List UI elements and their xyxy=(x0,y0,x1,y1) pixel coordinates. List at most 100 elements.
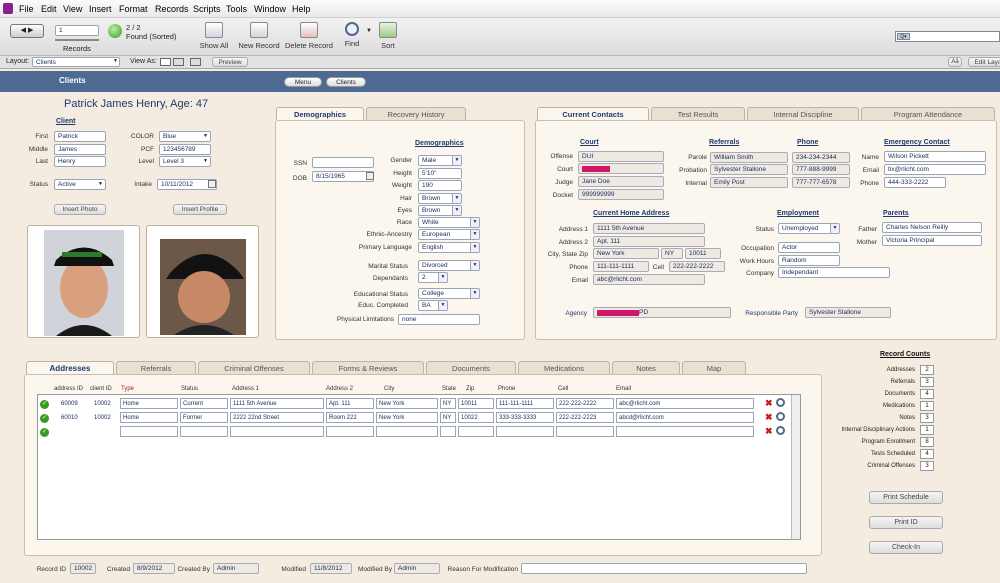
check-in-button[interactable]: Check-In xyxy=(869,541,943,554)
dependants-field[interactable]: 2 ▼ xyxy=(418,272,448,283)
internal-field[interactable]: Emily Post xyxy=(710,177,788,188)
edstatus-dropdown-icon[interactable]: ▼ xyxy=(470,289,479,298)
tab-program-attendance[interactable]: Program Attendance xyxy=(861,107,995,120)
intake-calendar-icon[interactable] xyxy=(208,180,216,188)
insert-profile-button[interactable]: Insert Profile xyxy=(173,204,227,215)
row1-delete-icon[interactable]: ✖ xyxy=(765,398,773,409)
row3-phone[interactable] xyxy=(496,426,554,437)
emergency-email-field[interactable]: tix@rlicht.com xyxy=(884,164,986,175)
menu-help[interactable]: Help xyxy=(292,4,311,14)
profile-photo-frame[interactable] xyxy=(146,225,259,338)
row2-view-magnifier-icon[interactable] xyxy=(776,412,785,421)
record-number-input[interactable]: 1 xyxy=(55,25,99,36)
responsible-party-field[interactable]: Sylvester Stallone xyxy=(805,307,891,318)
mother-field[interactable]: Victoria Principal xyxy=(882,235,982,246)
edit-layout-button[interactable]: Edit Layo xyxy=(968,57,1000,67)
row3-state[interactable] xyxy=(440,426,456,437)
employment-status-dropdown-icon[interactable]: ▼ xyxy=(830,224,839,233)
address1-field[interactable]: 1111 5th Avenue xyxy=(593,223,705,234)
insert-photo-button[interactable]: Insert Photo xyxy=(54,204,106,215)
hair-field[interactable]: Brown ▼ xyxy=(418,193,462,204)
employment-status-field[interactable]: Unemployed ▼ xyxy=(778,223,840,234)
menu-records[interactable]: Records xyxy=(155,4,189,14)
record-navigator[interactable]: ◀ ▶ xyxy=(10,24,44,38)
menu-nav-button[interactable]: Menu xyxy=(284,77,322,87)
tab-forms-reviews[interactable]: Forms & Reviews xyxy=(312,361,424,374)
home-email-field[interactable]: abc@rlicht.com xyxy=(593,274,705,285)
row2-phone[interactable]: 333-333-3333 xyxy=(496,412,554,423)
menu-format[interactable]: Format xyxy=(119,4,148,14)
show-all-button[interactable]: Show All xyxy=(197,22,231,50)
color-dropdown-icon[interactable]: ▼ xyxy=(203,133,208,139)
print-id-button[interactable]: Print ID xyxy=(869,516,943,529)
row3-email[interactable] xyxy=(616,426,754,437)
tab-documents[interactable]: Documents xyxy=(426,361,516,374)
row3-status-icon[interactable]: ✓ xyxy=(40,428,49,437)
row3-status[interactable] xyxy=(180,426,228,437)
menu-view[interactable]: View xyxy=(63,4,82,14)
delete-record-button[interactable]: Delete Record xyxy=(284,22,334,50)
row3-cell[interactable] xyxy=(556,426,614,437)
formatting-bar-button[interactable]: Aâ xyxy=(948,57,962,67)
row1-view-magnifier-icon[interactable] xyxy=(776,398,785,407)
row3-view-magnifier-icon[interactable] xyxy=(776,426,785,435)
zip-field[interactable]: 10011 xyxy=(685,248,721,259)
agency-field[interactable]: PD xyxy=(593,307,731,318)
row3-address1[interactable] xyxy=(230,426,324,437)
layout-dropdown-icon[interactable]: ▼ xyxy=(113,58,118,64)
tab-recovery-history[interactable]: Recovery History xyxy=(366,107,466,120)
ethnic-dropdown-icon[interactable]: ▼ xyxy=(470,230,479,239)
row2-address2[interactable]: Room 222 xyxy=(326,412,374,423)
sort-button[interactable]: Sort xyxy=(378,22,398,50)
probation-field[interactable]: Sylvester Stallone xyxy=(710,164,788,175)
row2-state[interactable]: NY xyxy=(440,412,456,423)
next-record-icon[interactable]: ▶ xyxy=(28,27,33,34)
row1-status[interactable]: Current xyxy=(180,398,228,409)
row1-status-icon[interactable]: ✓ xyxy=(40,400,49,409)
work-hours-field[interactable]: Random xyxy=(778,255,840,266)
height-field[interactable]: 5'10" xyxy=(418,168,462,179)
menu-insert[interactable]: Insert xyxy=(89,4,112,14)
row1-city[interactable]: New York xyxy=(376,398,438,409)
gender-field[interactable]: Male ▼ xyxy=(418,155,462,166)
portal-scrollbar[interactable] xyxy=(791,395,800,539)
status-dropdown-icon[interactable]: ▼ xyxy=(98,181,103,187)
tab-current-contacts[interactable]: Current Contacts xyxy=(537,107,649,120)
record-slider[interactable] xyxy=(55,39,99,41)
tab-addresses[interactable]: Addresses xyxy=(26,361,114,374)
menu-scripts[interactable]: Scripts xyxy=(193,4,221,14)
row2-email[interactable]: abcd@rlicht.com xyxy=(616,412,754,423)
tab-test-results[interactable]: Test Results xyxy=(651,107,745,120)
row2-city[interactable]: New York xyxy=(376,412,438,423)
educ-dropdown-icon[interactable]: ▼ xyxy=(438,301,447,310)
city-field[interactable]: New York xyxy=(593,248,659,259)
quick-find-box[interactable]: Q▾ xyxy=(895,31,1000,42)
eyes-field[interactable]: Brown ▼ xyxy=(418,205,462,216)
row1-phone[interactable]: 111-111-1111 xyxy=(496,398,554,409)
menu-tools[interactable]: Tools xyxy=(226,4,247,14)
row3-delete-icon[interactable]: ✖ xyxy=(765,426,773,437)
row1-zip[interactable]: 10011 xyxy=(458,398,494,409)
row1-type[interactable]: Home xyxy=(120,398,178,409)
hair-dropdown-icon[interactable]: ▼ xyxy=(452,194,461,203)
probation-phone-field[interactable]: 777-888-9999 xyxy=(792,164,850,175)
offense-field[interactable]: DUI xyxy=(578,151,664,162)
edstatus-field[interactable]: College ▼ xyxy=(418,288,480,299)
level-dropdown-icon[interactable]: ▼ xyxy=(203,158,208,164)
dependants-dropdown-icon[interactable]: ▼ xyxy=(438,273,447,282)
pcf-field[interactable]: 123456789 xyxy=(159,144,211,155)
layout-select[interactable]: Clients xyxy=(32,57,120,67)
tab-referrals[interactable]: Referrals xyxy=(116,361,196,374)
row1-address1[interactable]: 1111 5th Avenue xyxy=(230,398,324,409)
row2-address1[interactable]: 2222 22nd Street xyxy=(230,412,324,423)
tab-medications[interactable]: Medications xyxy=(518,361,610,374)
view-list-icon[interactable] xyxy=(173,58,184,66)
marital-dropdown-icon[interactable]: ▼ xyxy=(470,261,479,270)
educ-completed-field[interactable]: BA ▼ xyxy=(418,300,448,311)
judge-field[interactable]: Jane Doe xyxy=(578,176,664,187)
last-name-field[interactable]: Henry xyxy=(54,156,106,167)
view-form-icon[interactable] xyxy=(160,58,171,66)
middle-name-field[interactable]: James xyxy=(54,144,106,155)
row3-zip[interactable] xyxy=(458,426,494,437)
clients-nav-button[interactable]: Clients xyxy=(326,77,366,87)
